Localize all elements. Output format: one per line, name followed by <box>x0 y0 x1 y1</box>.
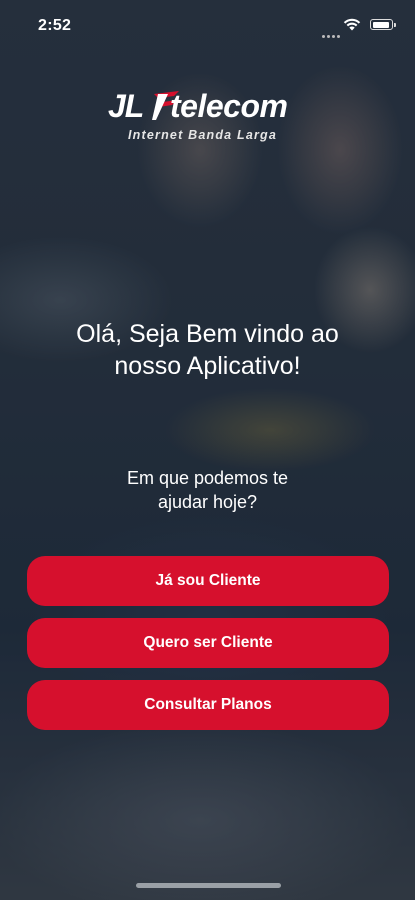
logo-main-text: JL <box>108 88 144 124</box>
signal-dots-icon <box>322 25 342 43</box>
welcome-line-2: nosso Aplicativo! <box>114 352 301 380</box>
welcome-heading: Olá, Seja Bem vindo ao nosso Aplicativo! <box>0 318 415 382</box>
view-plans-button[interactable]: Consultar Planos <box>27 680 389 730</box>
help-question: Em que podemos te ajudar hoje? <box>0 466 415 514</box>
question-line-2: ajudar hoje? <box>157 492 258 512</box>
battery-icon <box>370 19 396 30</box>
logo-suffix-text: telecom <box>170 88 288 124</box>
home-indicator[interactable] <box>136 883 281 888</box>
status-bar: 2:52 <box>0 0 415 52</box>
welcome-line-1: Olá, Seja Bem vindo ao <box>76 320 339 348</box>
status-time: 2:52 <box>38 17 72 34</box>
question-line-1: Em que podemos te <box>126 468 289 488</box>
existing-client-button[interactable]: Já sou Cliente <box>27 556 389 606</box>
wifi-icon <box>343 18 361 31</box>
brand-logo: JL telecom Internet Banda Larga <box>108 88 308 148</box>
logo-tagline: Internet Banda Larga <box>128 128 278 142</box>
become-client-button[interactable]: Quero ser Cliente <box>27 618 389 668</box>
